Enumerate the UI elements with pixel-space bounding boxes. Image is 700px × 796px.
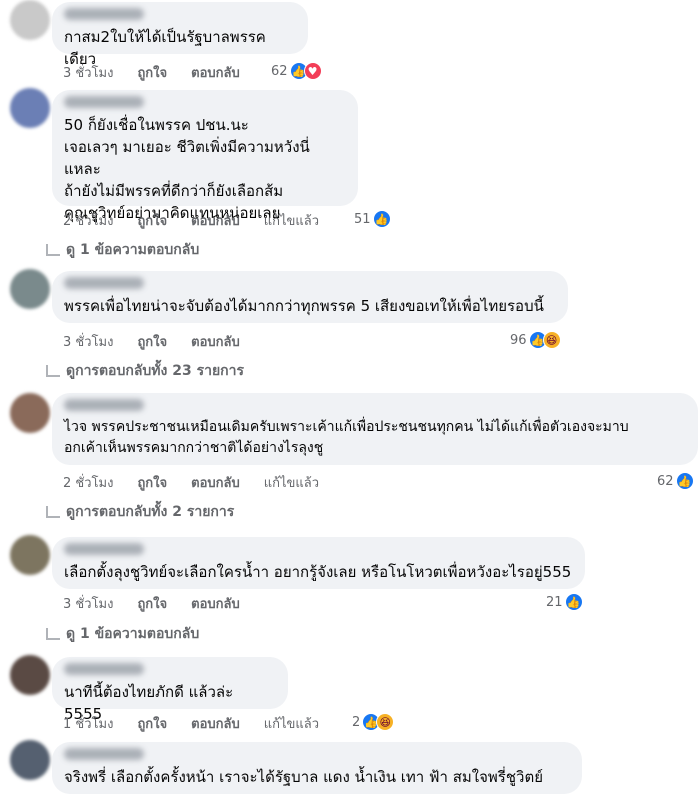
- comment-text: ไวจ พรรคประชาชนเหมือนเดิมครับเพราะเค้าแก…: [64, 419, 629, 456]
- reaction-summary[interactable]: 21 👍: [546, 593, 583, 611]
- comment-time[interactable]: 2 ชั่วโมง: [63, 472, 113, 493]
- reply-link[interactable]: ตอบกลับ: [191, 62, 240, 83]
- comment-meta: 2 ชั่วโมง ถูกใจ ตอบกลับ แก้ไขแล้ว: [63, 210, 319, 230]
- reaction-summary[interactable]: 2 👍 😆: [352, 713, 395, 731]
- commenter-avatar[interactable]: [10, 740, 50, 780]
- view-replies-link[interactable]: ดูการตอบกลับทั้ง 2 รายการ: [46, 501, 234, 523]
- view-replies-label: ดู 1 ข้อความตอบกลับ: [66, 242, 200, 258]
- comment-bubble: เลือกตั้งลุงชูวิทย์จะเลือกใครน้ำา อยากรู…: [52, 537, 585, 589]
- view-replies-label: ดู 1 ข้อความตอบกลับ: [66, 626, 200, 642]
- edited-label: แก้ไขแล้ว: [263, 716, 320, 732]
- comment-bubble: 50 ก็ยังเชื่อในพรรค ปชน.นะ เจอเลวๆ มาเยอ…: [52, 90, 358, 222]
- like-link[interactable]: ถูกใจ: [137, 62, 167, 83]
- reply-link[interactable]: ตอบกลับ: [191, 331, 240, 352]
- reply-link[interactable]: ตอบกลับ: [191, 593, 240, 614]
- like-link[interactable]: ถูกใจ: [137, 593, 167, 614]
- author-name-blurred[interactable]: [64, 543, 144, 555]
- view-replies-label: ดูการตอบกลับทั้ง 23 รายการ: [66, 363, 245, 379]
- reaction-count: 62: [271, 63, 288, 79]
- view-replies-link[interactable]: ดู 1 ข้อความตอบกลับ: [46, 239, 199, 261]
- comment-text: จริงพรี่ เลือกตั้งครั้งหน้า เราจะได้รัฐบ…: [64, 768, 543, 786]
- like-icon: 👍: [372, 210, 391, 228]
- like-icon: 👍: [675, 472, 694, 490]
- like-icon: 👍: [564, 593, 583, 611]
- reaction-count: 21: [546, 594, 563, 610]
- haha-icon: 😆: [542, 331, 561, 349]
- reply-arrow-icon: [46, 365, 60, 377]
- author-name-blurred[interactable]: [64, 399, 144, 411]
- author-name-blurred[interactable]: [64, 277, 144, 289]
- comment-time[interactable]: 3 ชั่วโมง: [63, 593, 113, 614]
- like-link[interactable]: ถูกใจ: [137, 210, 167, 231]
- reply-link[interactable]: ตอบกลับ: [191, 472, 240, 493]
- view-replies-label: ดูการตอบกลับทั้ง 2 รายการ: [66, 504, 235, 520]
- comment-meta: 3 ชั่วโมง ถูกใจ ตอบกลับ: [63, 331, 240, 351]
- comment-time[interactable]: 3 ชั่วโมง: [63, 62, 113, 83]
- commenter-avatar[interactable]: [10, 88, 50, 128]
- comment-bubble: นาทีนี้ต้องไทยภักดี แล้วล่ะ 5555: [52, 657, 288, 723]
- reaction-summary[interactable]: 62 👍: [657, 472, 694, 490]
- comment-bubble: พรรคเพื่อไทยน่าจะจับต้องได้มากกว่าทุกพรร…: [52, 271, 568, 323]
- like-link[interactable]: ถูกใจ: [137, 331, 167, 352]
- reaction-count: 51: [354, 211, 371, 227]
- comment-meta: 3 ชั่วโมง ถูกใจ ตอบกลับ: [63, 62, 240, 82]
- author-name-blurred[interactable]: [64, 748, 144, 760]
- reaction-count: 62: [657, 473, 674, 489]
- like-link[interactable]: ถูกใจ: [137, 472, 167, 493]
- reaction-summary[interactable]: 96 👍 😆: [510, 331, 561, 349]
- view-replies-link[interactable]: ดูการตอบกลับทั้ง 23 รายการ: [46, 360, 244, 382]
- reply-arrow-icon: [46, 244, 60, 256]
- comment-time[interactable]: 2 ชั่วโมง: [63, 210, 113, 231]
- comment-meta: 3 ชั่วโมง ถูกใจ ตอบกลับ: [63, 593, 240, 613]
- author-name-blurred[interactable]: [64, 96, 144, 108]
- comment-text: 50 ก็ยังเชื่อในพรรค ปชน.นะ เจอเลวๆ มาเยอ…: [64, 116, 310, 222]
- edited-label: แก้ไขแล้ว: [263, 475, 320, 491]
- reaction-count: 2: [352, 714, 361, 730]
- reply-arrow-icon: [46, 506, 60, 518]
- author-name-blurred[interactable]: [64, 663, 144, 675]
- haha-icon: 😆: [376, 713, 395, 731]
- heart-icon: ♥: [303, 62, 322, 80]
- comment-text: เลือกตั้งลุงชูวิทย์จะเลือกใครน้ำา อยากรู…: [64, 563, 572, 581]
- author-name-blurred[interactable]: [64, 8, 144, 20]
- comment-meta: 2 ชั่วโมง ถูกใจ ตอบกลับ แก้ไขแล้ว: [63, 472, 319, 492]
- reply-arrow-icon: [46, 628, 60, 640]
- commenter-avatar[interactable]: [10, 655, 50, 695]
- commenter-avatar[interactable]: [10, 535, 50, 575]
- comment-meta: 1 ชั่วโมง ถูกใจ ตอบกลับ แก้ไขแล้ว: [63, 713, 319, 733]
- reaction-count: 96: [510, 332, 527, 348]
- commenter-avatar[interactable]: [10, 269, 50, 309]
- comment-time[interactable]: 1 ชั่วโมง: [63, 713, 113, 734]
- reply-link[interactable]: ตอบกลับ: [191, 210, 240, 231]
- edited-label: แก้ไขแล้ว: [263, 213, 320, 229]
- like-link[interactable]: ถูกใจ: [137, 713, 167, 734]
- commenter-avatar[interactable]: [10, 0, 50, 40]
- comment-time[interactable]: 3 ชั่วโมง: [63, 331, 113, 352]
- view-replies-link[interactable]: ดู 1 ข้อความตอบกลับ: [46, 623, 199, 645]
- reaction-summary[interactable]: 62 👍 ♥: [271, 62, 322, 80]
- reply-link[interactable]: ตอบกลับ: [191, 713, 240, 734]
- comment-text: พรรคเพื่อไทยน่าจะจับต้องได้มากกว่าทุกพรร…: [64, 297, 544, 315]
- comment-bubble: กาสม2ใบให้ได้เป็นรัฐบาลพรรคเดียว: [52, 2, 308, 68]
- comment-bubble: จริงพรี่ เลือกตั้งครั้งหน้า เราจะได้รัฐบ…: [52, 742, 582, 794]
- comment-bubble: ไวจ พรรคประชาชนเหมือนเดิมครับเพราะเค้าแก…: [52, 393, 698, 465]
- commenter-avatar[interactable]: [10, 393, 50, 433]
- reaction-summary[interactable]: 51 👍: [354, 210, 391, 228]
